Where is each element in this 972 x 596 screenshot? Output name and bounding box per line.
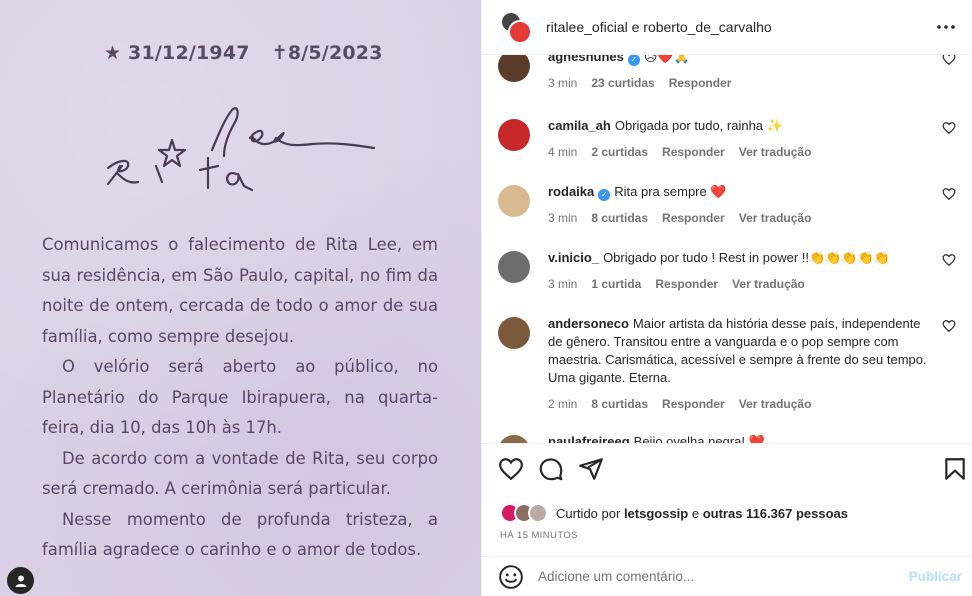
comment-likes[interactable]: 8 curtidas — [591, 397, 648, 411]
user-icon — [15, 575, 26, 587]
comment-time[interactable]: 3 min — [548, 76, 577, 90]
heart-outline-icon[interactable] — [942, 187, 956, 201]
comment-username[interactable]: v.inicio_ — [548, 250, 599, 265]
comment-icon[interactable] — [538, 456, 564, 482]
translate-button[interactable]: Ver tradução — [732, 277, 805, 291]
comment-meta: 3 min 23 curtidas Responder — [548, 74, 934, 92]
birth-date: ★ 31/12/1947 — [104, 42, 250, 64]
translate-button[interactable]: Ver tradução — [739, 397, 812, 411]
liked-by-user[interactable]: letsgossip — [624, 506, 688, 521]
post-authors[interactable]: ritalee_oficial e roberto_de_carvalho — [546, 19, 934, 35]
comment-time[interactable]: 2 min — [548, 397, 577, 411]
liked-by-others[interactable]: outras 116.367 pessoas — [703, 506, 848, 521]
avatar[interactable] — [498, 435, 530, 443]
post-paragraph: De acordo com a vontade de Rita, seu cor… — [42, 448, 438, 499]
comment-username[interactable]: agnesnunes — [548, 55, 624, 64]
comment-username[interactable]: andersoneco — [548, 316, 629, 331]
translate-button[interactable]: Ver tradução — [739, 211, 812, 225]
comment-text: 😥❤️🙏 — [643, 55, 690, 64]
liked-by-connector: e — [691, 505, 700, 521]
comment-time[interactable]: 3 min — [548, 277, 577, 291]
comment-input[interactable] — [538, 569, 909, 584]
liked-by: Curtido por letsgossip e outras 116.367 … — [500, 503, 848, 523]
comment-likes[interactable]: 1 curtida — [591, 277, 641, 291]
comment-username[interactable]: camila_ah — [548, 118, 611, 133]
comment-time[interactable]: 4 min — [548, 145, 577, 159]
add-comment-bar: Publicar — [482, 556, 972, 596]
comment-item: agnesnunes ✓ 😥❤️🙏 3 min 23 curtidas Responde… — [498, 55, 958, 92]
post-side-panel: ritalee_oficial e roberto_de_carvalho ag… — [481, 0, 972, 596]
translate-button[interactable]: Ver tradução — [739, 145, 812, 159]
avatar — [508, 20, 532, 44]
verified-badge-icon: ✓ — [598, 189, 611, 201]
liker-avatars — [500, 503, 548, 523]
comment-item: andersoneco Maior artista da história des… — [498, 315, 958, 413]
post-image[interactable]: ★ 31/12/1947 ✝8/5/2023 Comunicamos o fale… — [0, 0, 481, 596]
reply-button[interactable]: Responder — [669, 76, 732, 90]
tagged-users-button[interactable] — [7, 567, 34, 594]
comment-item: rodaika ✓ Rita pra sempre ❤️ 3 min 8 curtid… — [498, 183, 958, 227]
comment-item: camila_ah Obrigada por tudo, rainha ✨ 4 m… — [498, 117, 958, 161]
avatar[interactable] — [498, 185, 530, 217]
comment-meta: 4 min 2 curtidas Responder Ver tradução — [548, 143, 934, 161]
post-timestamp[interactable]: HÁ 15 MINUTOS — [500, 530, 578, 541]
comment-meta: 3 min 8 curtidas Responder Ver tradução — [548, 209, 934, 227]
comment-username[interactable]: paulafreireeg — [548, 434, 630, 443]
reply-button[interactable]: Responder — [662, 397, 725, 411]
comment-item: paulafreireeg Beijo ovelha negra! ❤️ — [498, 433, 958, 443]
share-icon[interactable] — [578, 456, 604, 482]
reply-button[interactable]: Responder — [662, 145, 725, 159]
avatar[interactable] — [498, 317, 530, 349]
comment-meta: 2 min 8 curtidas Responder Ver tradução — [548, 395, 934, 413]
post-paragraph: Nesse momento de profunda tristeza, a fa… — [42, 509, 438, 560]
reply-button[interactable]: Responder — [655, 277, 718, 291]
emoji-icon[interactable] — [498, 564, 524, 590]
rita-lee-signature — [106, 107, 376, 192]
avatar[interactable] — [498, 251, 530, 283]
comment-text: Rita pra sempre ❤️ — [614, 184, 727, 199]
death-date: ✝8/5/2023 — [271, 42, 383, 64]
heart-outline-icon[interactable] — [942, 121, 956, 135]
comment-text: Beijo ovelha negra! ❤️ — [633, 434, 765, 443]
verified-badge-icon: ✓ — [627, 55, 640, 66]
author-avatars[interactable] — [498, 9, 534, 45]
comment-time[interactable]: 3 min — [548, 211, 577, 225]
comment-username[interactable]: rodaika — [548, 184, 594, 199]
avatar — [528, 503, 548, 523]
comment-likes[interactable]: 2 curtidas — [591, 145, 648, 159]
post-text: Comunicamos o falecimento de Rita Lee, e… — [42, 230, 438, 566]
avatar[interactable] — [498, 119, 530, 151]
post-actions — [482, 443, 972, 493]
reply-button[interactable]: Responder — [662, 211, 725, 225]
heart-outline-icon[interactable] — [942, 55, 956, 66]
comment-text: Obrigada por tudo, rainha ✨ — [614, 118, 783, 133]
heart-like-icon[interactable] — [498, 456, 524, 482]
avatar[interactable] — [498, 55, 530, 82]
heart-outline-icon[interactable] — [942, 253, 956, 267]
comment-likes[interactable]: 8 curtidas — [591, 211, 648, 225]
comment-item: v.inicio_ Obrigado por tudo ! Rest in pow… — [498, 249, 958, 293]
post-paragraph: Comunicamos o falecimento de Rita Lee, e… — [42, 235, 438, 346]
post-header: ritalee_oficial e roberto_de_carvalho — [482, 0, 972, 55]
comment-likes[interactable]: 23 curtidas — [591, 76, 654, 90]
more-horizontal-icon[interactable] — [934, 15, 958, 39]
post-paragraph: O velório será aberto ao público, no Pla… — [42, 357, 438, 437]
liked-by-prefix: Curtido por — [556, 505, 621, 521]
comment-text: Obrigado por tudo ! Rest in power !!👏👏👏👏… — [603, 250, 890, 265]
dates-line: ★ 31/12/1947 ✝8/5/2023 — [104, 42, 405, 64]
heart-outline-icon[interactable] — [942, 319, 956, 333]
comment-meta: 3 min 1 curtida Responder Ver tradução — [548, 275, 934, 293]
publish-button[interactable]: Publicar — [909, 569, 962, 584]
bookmark-icon[interactable] — [942, 456, 968, 482]
comments-list[interactable]: agnesnunes ✓ 😥❤️🙏 3 min 23 curtidas Responde… — [482, 55, 972, 443]
